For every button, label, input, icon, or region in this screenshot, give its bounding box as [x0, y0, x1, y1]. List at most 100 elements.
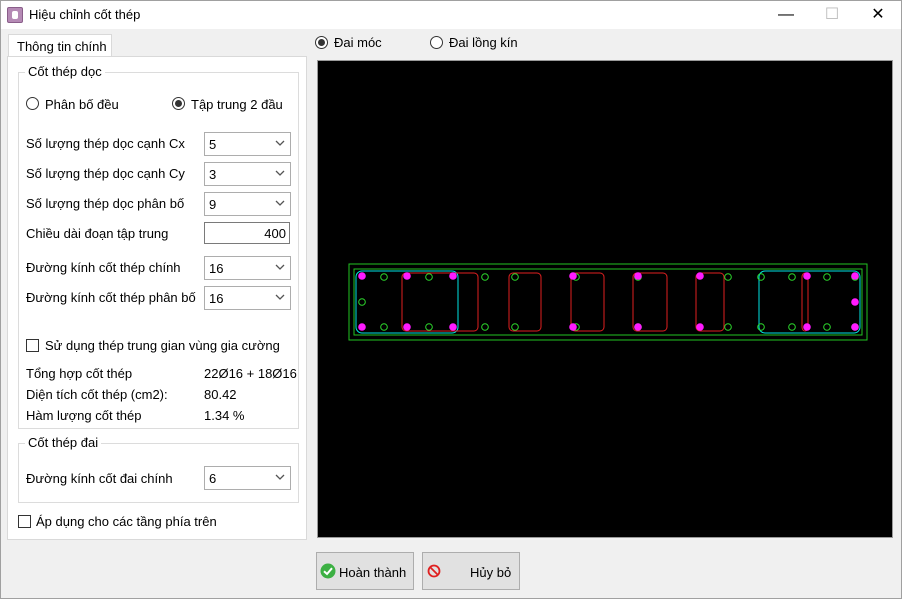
stirrup-mid-3: [632, 272, 668, 332]
radio-tap-trung-2-dau-label[interactable]: Tập trung 2 đầu: [191, 97, 283, 112]
dialog-window: Hiệu chỉnh cốt thép — ☐ ✕ Thông tin chín…: [0, 0, 902, 599]
section-preview-canvas: [317, 60, 893, 538]
dist-bar-top-2: [481, 273, 489, 281]
main-bar-top-1: [403, 272, 411, 280]
main-bar-bottom-3: [569, 323, 577, 331]
label-so-luong-cy: Số lượng thép dọc cạnh Cy: [26, 166, 185, 181]
dist-bar-top-9: [823, 273, 831, 281]
combo-so-luong-phan-bo[interactable]: 9: [204, 192, 291, 216]
title-bar: Hiệu chỉnh cốt thép — ☐ ✕: [1, 1, 901, 29]
radio-dai-long-kin[interactable]: [430, 36, 443, 49]
dist-bar-top-3: [511, 273, 519, 281]
stirrup-mid-4: [695, 272, 725, 332]
main-bar-top-7: [851, 272, 859, 280]
label-duong-kinh-chinh: Đường kính cốt thép chính: [26, 260, 181, 275]
huy-bo-button[interactable]: Hủy bỏ: [422, 552, 520, 590]
checkbox-thep-trung-gian[interactable]: [26, 339, 39, 352]
main-bar-top-4: [634, 272, 642, 280]
app-icon: [7, 7, 23, 23]
tab-panel: Cốt thép dọc Phân bố đều Tập trung 2 đầu…: [7, 56, 307, 540]
combo-so-luong-cx[interactable]: 5: [204, 132, 291, 156]
dist-bar-bottom-8: [788, 323, 796, 331]
main-bar-top-3: [569, 272, 577, 280]
label-duong-kinh-dai: Đường kính cốt đai chính: [26, 471, 173, 486]
combo-value: 6: [209, 471, 217, 486]
combo-value: 16: [209, 291, 224, 306]
main-bar-bottom-2: [449, 323, 457, 331]
main-bar-bottom-7: [851, 323, 859, 331]
combo-duong-kinh-dai[interactable]: 6: [204, 466, 291, 490]
radio-phan-bo-deu-label[interactable]: Phân bố đều: [45, 97, 119, 112]
combo-value: 16: [209, 261, 224, 276]
dist-bar-top-0: [380, 273, 388, 281]
window-title: Hiệu chỉnh cốt thép: [29, 7, 141, 22]
chevron-down-icon: [274, 196, 286, 210]
cancel-icon: [427, 564, 441, 578]
maximize-button[interactable]: ☐: [809, 1, 855, 29]
dist-bar-top-6: [724, 273, 732, 281]
checkbox-thep-trung-gian-label[interactable]: Sử dụng thép trung gian vùng gia cường: [45, 338, 280, 353]
value-ham-luong: 1.34 %: [204, 408, 245, 423]
main-bar-top-2: [449, 272, 457, 280]
chevron-down-icon: [274, 166, 286, 180]
stirrup-mid-5: [801, 272, 809, 332]
dist-bar-bottom-2: [481, 323, 489, 331]
main-bar-right-mid: [851, 298, 859, 306]
dist-bar-bottom-0: [380, 323, 388, 331]
radio-dai-moc[interactable]: [315, 36, 328, 49]
checkbox-ap-dung-tang-tren[interactable]: [18, 515, 31, 528]
tab-label: Thông tin chính: [17, 39, 107, 54]
stirrup-right: [758, 270, 861, 334]
combo-value: 9: [209, 197, 217, 212]
group-label-cot-thep-doc: Cốt thép dọc: [25, 64, 105, 79]
hoan-thanh-label: Hoàn thành: [339, 565, 407, 580]
dist-bar-bottom-9: [823, 323, 831, 331]
combo-value: 5: [209, 137, 217, 152]
group-label-cot-thep-dai: Cốt thép đai: [25, 435, 102, 450]
chevron-down-icon: [274, 290, 286, 304]
main-bar-bottom-5: [696, 323, 704, 331]
huy-bo-label: Hủy bỏ: [470, 565, 512, 580]
chevron-down-icon: [274, 470, 286, 484]
combo-duong-kinh-phan-bo[interactable]: 16: [204, 286, 291, 310]
dist-bar-top-1: [425, 273, 433, 281]
dist-bar-left-mid: [358, 298, 366, 306]
radio-tap-trung-2-dau[interactable]: [172, 97, 185, 110]
label-ham-luong: Hàm lượng cốt thép: [26, 408, 142, 423]
dist-bar-bottom-6: [724, 323, 732, 331]
stirrup-mid-1: [508, 272, 542, 332]
label-so-luong-cx: Số lượng thép dọc cạnh Cx: [26, 136, 185, 151]
close-button[interactable]: ✕: [855, 1, 901, 29]
stirrup-mid-0: [401, 272, 479, 332]
combo-duong-kinh-chinh[interactable]: 16: [204, 256, 291, 280]
combo-value: 3: [209, 167, 217, 182]
main-bar-bottom-4: [634, 323, 642, 331]
main-bar-bottom-0: [358, 323, 366, 331]
tab-thong-tin-chinh[interactable]: Thông tin chính: [8, 34, 112, 57]
dist-bar-bottom-1: [425, 323, 433, 331]
radio-phan-bo-deu[interactable]: [26, 97, 39, 110]
dist-bar-bottom-3: [511, 323, 519, 331]
chevron-down-icon: [274, 136, 286, 150]
value-dien-tich: 80.42: [204, 387, 237, 402]
main-bar-bottom-1: [403, 323, 411, 331]
stirrup-mid-2: [570, 272, 605, 332]
dist-bar-top-8: [788, 273, 796, 281]
rebar-section-drawing: [348, 263, 868, 341]
hoan-thanh-button[interactable]: Hoàn thành: [316, 552, 414, 590]
radio-dai-moc-label[interactable]: Đai móc: [334, 35, 382, 50]
main-bar-bottom-6: [803, 323, 811, 331]
label-chieu-dai: Chiều dài đoạn tập trung: [26, 226, 169, 241]
label-duong-kinh-phan-bo: Đường kính cốt thép phân bố: [26, 290, 196, 305]
radio-dai-long-kin-label[interactable]: Đai lồng kín: [449, 35, 518, 50]
combo-so-luong-cy[interactable]: 3: [204, 162, 291, 186]
main-bar-top-0: [358, 272, 366, 280]
checkbox-ap-dung-tang-tren-label[interactable]: Áp dụng cho các tầng phía trên: [36, 514, 217, 529]
label-tong-hop: Tổng hợp cốt thép: [26, 366, 133, 381]
label-so-luong-phan-bo: Số lượng thép dọc phân bố: [26, 196, 185, 211]
minimize-button[interactable]: —: [763, 1, 809, 29]
input-chieu-dai-doan-tap-trung[interactable]: 400: [204, 222, 290, 244]
label-dien-tich: Diện tích cốt thép (cm2):: [26, 387, 168, 402]
cover-line: [353, 268, 863, 336]
chevron-down-icon: [274, 260, 286, 274]
